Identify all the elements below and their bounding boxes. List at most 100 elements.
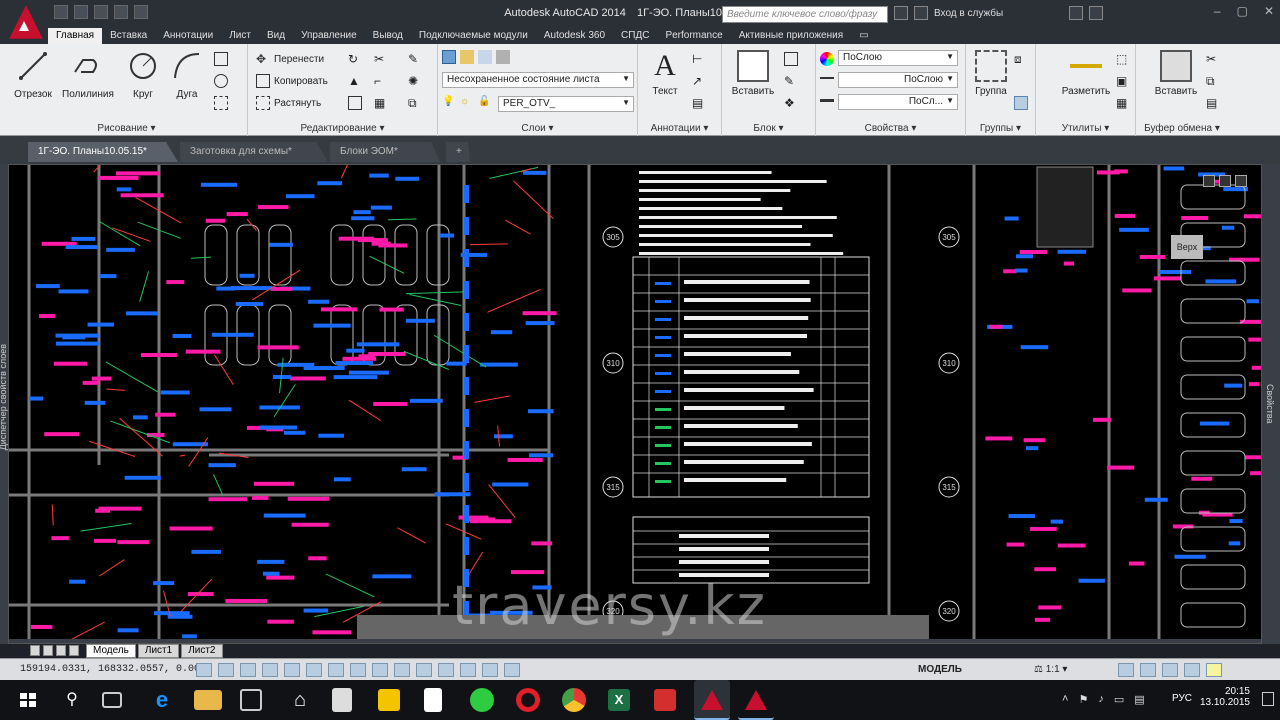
- ribbon-tab-0[interactable]: Главная: [48, 28, 103, 44]
- copy-clip-tool[interactable]: ⧉: [1206, 72, 1220, 90]
- color-dropdown[interactable]: ПоСлою ▼: [838, 50, 958, 66]
- otrack-icon[interactable]: [350, 663, 366, 677]
- region-tool[interactable]: [214, 94, 228, 112]
- hatch-tool[interactable]: [214, 72, 228, 90]
- autocad-task-2[interactable]: [738, 680, 774, 720]
- sc-icon[interactable]: [482, 663, 498, 677]
- explode-tool[interactable]: ✺: [408, 72, 422, 90]
- prev-layout-icon[interactable]: [43, 645, 53, 656]
- close-icon[interactable]: ✕: [1264, 4, 1274, 18]
- ribbon-tab-11[interactable]: Активные приложения: [731, 28, 851, 44]
- draw-panel-title[interactable]: Рисование ▾: [6, 123, 247, 134]
- doc-tab-planes[interactable]: 1Г-ЭО. Планы10.05.15*: [28, 142, 178, 162]
- ribbon-tab-9[interactable]: СПДС: [613, 28, 657, 44]
- clock[interactable]: 20:15 13.10.2015: [1200, 686, 1250, 708]
- annotation-scale[interactable]: ⚖ 1:1 ▾: [1034, 664, 1067, 675]
- rectangle-tool[interactable]: [214, 50, 228, 68]
- help-icon[interactable]: [1089, 6, 1104, 20]
- isolate-icon[interactable]: [1184, 663, 1200, 677]
- current-layer-dropdown[interactable]: PER_OTV_ ▼: [498, 96, 634, 112]
- transparency-icon[interactable]: [438, 663, 454, 677]
- edit-block-tool[interactable]: ✎: [784, 72, 798, 90]
- user-icon[interactable]: [914, 6, 928, 20]
- snap-icon[interactable]: [218, 663, 234, 677]
- copy-tool[interactable]: Копировать: [256, 72, 328, 90]
- leader-tool[interactable]: ↗: [692, 72, 706, 90]
- ortho-icon[interactable]: [262, 663, 278, 677]
- attribute-tool[interactable]: ❖: [784, 94, 798, 112]
- polyline-tool[interactable]: Полилиния: [62, 50, 114, 100]
- annotation-panel-title[interactable]: Аннотации ▾: [638, 123, 721, 134]
- new-tab-button[interactable]: +: [446, 142, 470, 162]
- viewport-close-icon[interactable]: [1235, 175, 1247, 187]
- whatsapp-icon[interactable]: [470, 688, 494, 712]
- hardware-accel-icon[interactable]: [1162, 663, 1178, 677]
- mirror-tool[interactable]: ▲: [348, 72, 362, 90]
- layer-properties-tool[interactable]: [442, 48, 510, 66]
- ribbon-minimize-icon[interactable]: ▭: [851, 28, 876, 44]
- arc-tool[interactable]: Дуга: [162, 50, 212, 100]
- modify-panel-title[interactable]: Редактирование ▾: [248, 123, 437, 134]
- ribbon-tab-2[interactable]: Аннотации: [155, 28, 221, 44]
- ribbon-tab-1[interactable]: Вставка: [102, 28, 155, 44]
- viewcube[interactable]: Верх: [1171, 235, 1203, 259]
- action-center-icon[interactable]: [1262, 692, 1274, 706]
- erase-tool[interactable]: ✎: [408, 50, 422, 68]
- properties-palette-collapsed[interactable]: Свойства: [1262, 164, 1280, 644]
- ribbon-tab-3[interactable]: Лист: [221, 28, 259, 44]
- measure-tool[interactable]: Разметить: [1048, 50, 1124, 97]
- ribbon-tab-5[interactable]: Управление: [293, 28, 365, 44]
- viewport-minimize-icon[interactable]: [1203, 175, 1215, 187]
- scale-tool[interactable]: [348, 94, 362, 112]
- calculator-app-icon[interactable]: [332, 688, 352, 712]
- minimize-icon[interactable]: ‒: [1214, 4, 1221, 18]
- opera-icon[interactable]: [516, 688, 540, 712]
- offset-tool[interactable]: ⧉: [408, 94, 422, 112]
- first-layout-icon[interactable]: [30, 645, 40, 656]
- ungroup-tool[interactable]: ⧈: [1014, 50, 1028, 68]
- cut-tool[interactable]: ✂: [1206, 50, 1220, 68]
- exchange-icon[interactable]: [1069, 6, 1084, 20]
- insert-block-tool[interactable]: Вставить: [728, 50, 778, 97]
- drawing-canvas[interactable]: 305 305 310 310 315 315 320 320 Верх: [8, 164, 1262, 644]
- ribbon-tab-10[interactable]: Performance: [657, 28, 730, 44]
- linetype-dropdown[interactable]: ПоСлою ▼: [838, 72, 958, 88]
- doc-tab-blocks[interactable]: Блоки ЭОМ*: [330, 142, 440, 162]
- task-view-icon[interactable]: [102, 692, 122, 708]
- paste-special-tool[interactable]: ▤: [1206, 94, 1220, 112]
- doc-tab-scheme[interactable]: Заготовка для схемы*: [180, 142, 328, 162]
- autocad-task-1[interactable]: [694, 680, 730, 720]
- select-all-tool[interactable]: ▣: [1116, 72, 1130, 90]
- osnap-icon[interactable]: [306, 663, 322, 677]
- infer-icon[interactable]: [196, 663, 212, 677]
- store-icon[interactable]: [240, 689, 262, 711]
- lwt-icon[interactable]: [416, 663, 432, 677]
- rotate-tool[interactable]: ↻: [348, 50, 362, 68]
- viewport-maximize-icon[interactable]: [1219, 175, 1231, 187]
- layer-state-dropdown[interactable]: Несохраненное состояние листа ▼: [442, 72, 634, 88]
- volume-icon[interactable]: ♪: [1098, 693, 1104, 706]
- layers-panel-title[interactable]: Слои ▾: [438, 123, 637, 134]
- polar-icon[interactable]: [284, 663, 300, 677]
- paste-tool[interactable]: Вставить: [1146, 50, 1206, 97]
- utilities-panel-title[interactable]: Утилиты ▾: [1036, 123, 1135, 134]
- maximize-icon[interactable]: ▢: [1237, 4, 1248, 18]
- create-block-tool[interactable]: [784, 50, 798, 68]
- qp-icon[interactable]: [460, 663, 476, 677]
- edge-icon[interactable]: e: [148, 686, 176, 714]
- battery-icon[interactable]: ▭: [1114, 693, 1124, 706]
- dyn-icon[interactable]: [394, 663, 410, 677]
- search-input[interactable]: Введите ключевое слово/фразу: [722, 6, 888, 23]
- properties-panel-title[interactable]: Свойства ▾: [816, 123, 965, 134]
- notifications-icon[interactable]: ▤: [1134, 693, 1144, 706]
- next-layout-icon[interactable]: [56, 645, 66, 656]
- trim-tool[interactable]: ✂: [374, 50, 388, 68]
- ribbon-tab-7[interactable]: Подключаемые модули: [411, 28, 536, 44]
- layout-tab-sheet1[interactable]: Лист1: [137, 644, 180, 658]
- quick-select-tool[interactable]: ⬚: [1116, 50, 1130, 68]
- table-tool[interactable]: ▤: [692, 94, 706, 112]
- layer-palette-collapsed[interactable]: Диспетчер свойств слоев: [0, 164, 8, 644]
- group-select-tool[interactable]: [1014, 94, 1028, 112]
- clipboard-panel-title[interactable]: Буфер обмена ▾: [1136, 123, 1228, 134]
- binoculars-icon[interactable]: [894, 6, 908, 20]
